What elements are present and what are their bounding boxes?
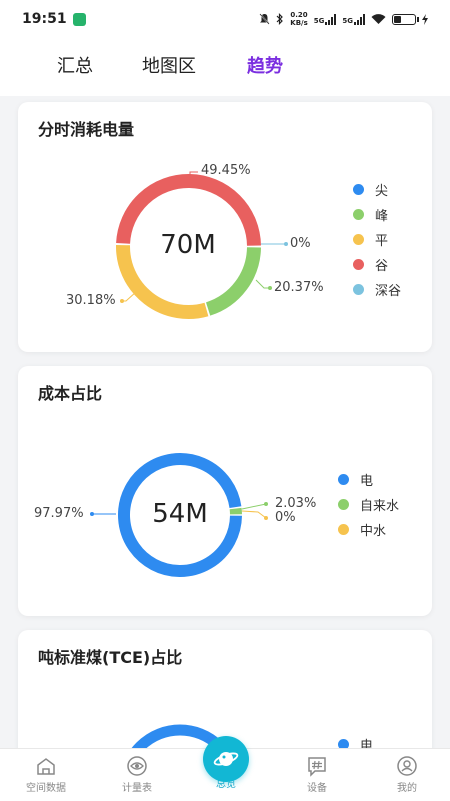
- net-speed: 0.20KB/s: [290, 11, 307, 27]
- leader-dot-zilaishui: [264, 502, 268, 506]
- nav-label: 空间数据: [26, 783, 66, 794]
- eye-icon: [126, 755, 148, 777]
- nav-label: 我的: [397, 783, 417, 794]
- status-time: 19:51: [22, 11, 67, 27]
- signal-1: 5G: [314, 14, 337, 25]
- tab-summary[interactable]: 汇总: [57, 52, 93, 78]
- legend-item-jian[interactable]: 尖: [353, 177, 401, 202]
- pct-label-dian: 97.97%: [34, 506, 84, 521]
- leader-line-zhongshui: [242, 511, 266, 518]
- battery-icon: [392, 14, 416, 25]
- nav-meters[interactable]: 计量表: [102, 755, 172, 794]
- tab-map-area[interactable]: 地图区: [142, 52, 196, 78]
- leader-dot-feng: [268, 286, 272, 290]
- leader-dot-ping: [120, 299, 124, 303]
- pct-label-jian: 0%: [290, 236, 311, 251]
- legend: 电 自来水 中水: [338, 467, 399, 542]
- leader-dot-jian: [284, 242, 288, 246]
- legend-item-feng[interactable]: 峰: [353, 202, 401, 227]
- top-tabs: 汇总 地图区 趋势: [0, 38, 450, 96]
- user-icon: [396, 755, 418, 777]
- tab-trend[interactable]: 趋势: [247, 52, 283, 78]
- card-title: 吨标准煤(TCE)占比: [38, 644, 182, 668]
- home-icon: [35, 755, 57, 777]
- charging-icon: [422, 14, 428, 25]
- signal-2: 5G: [342, 14, 365, 25]
- legend-item-dian[interactable]: 电: [338, 467, 399, 492]
- bluetooth-icon: [276, 13, 284, 25]
- legend: 尖 峰 平 谷 深谷: [353, 177, 401, 302]
- status-bar: 19:51 0.20KB/s 5G 5G: [0, 0, 450, 38]
- nav-label: 设备: [307, 783, 327, 794]
- legend-item-gu[interactable]: 谷: [353, 252, 401, 277]
- nav-devices[interactable]: 设备: [282, 755, 352, 794]
- leader-dot-dian: [90, 512, 94, 516]
- mute-bell-icon: [259, 13, 270, 25]
- overview-center-button[interactable]: [203, 736, 249, 782]
- legend-item-ping[interactable]: 平: [353, 227, 401, 252]
- legend-item-zilaishui[interactable]: 自来水: [338, 492, 399, 517]
- pct-label-zhongshui: 0%: [275, 510, 296, 525]
- legend-item-zhongshui[interactable]: 中水: [338, 517, 399, 542]
- pct-label-zilaishui: 2.03%: [275, 496, 316, 511]
- hourly-consumption-card: 分时消耗电量 70M 49.45% 0% 20.37% 30.18% 尖 峰 平…: [18, 102, 432, 352]
- leader-line-zilaishui: [242, 504, 266, 509]
- wifi-icon: [371, 14, 386, 25]
- nav-spatial-data[interactable]: 空间数据: [11, 755, 81, 794]
- leader-dot-gu: [188, 180, 192, 184]
- legend-item-shengu[interactable]: 深谷: [353, 277, 401, 302]
- pct-label-feng: 20.37%: [274, 280, 324, 295]
- pct-label-ping: 30.18%: [66, 293, 116, 308]
- cost-share-card: 成本占比 54M 97.97% 2.03% 0% 电 自来水 中水: [18, 366, 432, 616]
- pct-label-gu: 49.45%: [201, 163, 251, 178]
- nav-mine[interactable]: 我的: [372, 755, 442, 794]
- leader-line-ping: [122, 292, 136, 301]
- app-notification-icon: [73, 13, 86, 26]
- planet-icon: [212, 745, 240, 773]
- hash-icon: [306, 755, 328, 777]
- leader-dot-zhongshui: [264, 516, 268, 520]
- leader-line-feng: [256, 280, 270, 288]
- nav-label: 计量表: [122, 783, 152, 794]
